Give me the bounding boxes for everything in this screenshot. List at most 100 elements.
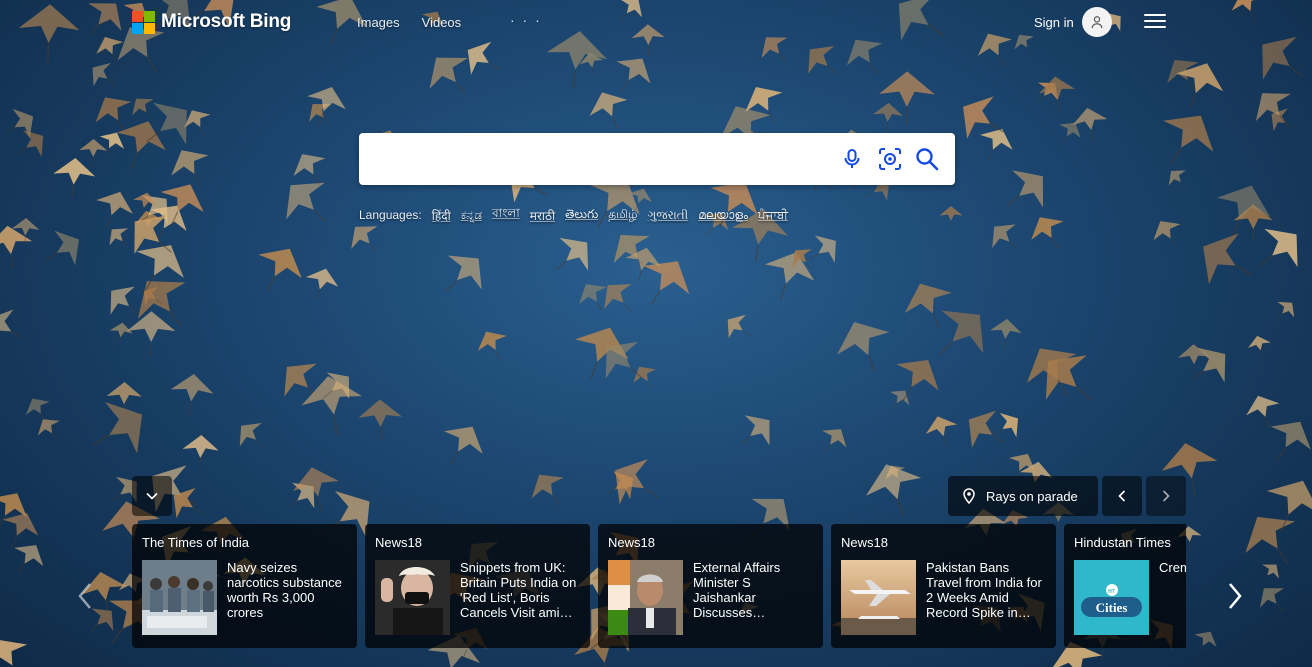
manta-ray-shape (615, 459, 659, 505)
manta-ray-shape (307, 86, 346, 125)
language-tamil[interactable]: தமிழ் (608, 207, 637, 223)
search-input[interactable] (373, 146, 827, 174)
sign-in-button[interactable]: Sign in (1034, 7, 1112, 37)
news-card[interactable]: News18 Pakistan Bans Travel from India f… (831, 524, 1056, 648)
manta-ray-shape (531, 474, 564, 506)
manta-ray-shape (137, 281, 186, 328)
news-card[interactable]: Hindustan Times HT Cities Crem... belies.… (1064, 524, 1186, 648)
manta-ray-shape (574, 327, 629, 379)
sailors-photo-icon (142, 560, 217, 635)
manta-ray-shape (992, 224, 1018, 250)
manta-ray-shape (1216, 185, 1271, 237)
jaishankar-photo-icon (608, 560, 683, 635)
news-title: Crem... belies... (1159, 560, 1186, 575)
manta-ray-shape (37, 419, 60, 441)
manta-ray-shape (358, 399, 403, 441)
manta-ray-shape (589, 92, 628, 129)
manta-ray-shape (92, 62, 116, 87)
manta-ray-shape (1231, 0, 1264, 22)
manta-ray-shape (127, 311, 176, 358)
manta-ray-shape (555, 237, 589, 271)
visual-search-icon[interactable] (877, 146, 903, 172)
manta-ray-shape (443, 426, 483, 464)
manta-ray-shape (761, 37, 788, 63)
more-menu-icon[interactable]: · · · (510, 12, 542, 28)
manta-ray-shape (1277, 301, 1295, 320)
search-icon[interactable] (914, 146, 940, 172)
nav-videos[interactable]: Videos (422, 15, 462, 30)
manta-ray-shape (865, 464, 922, 518)
language-telugu[interactable]: తెలుగు (565, 207, 598, 224)
news-source: The Times of India (142, 535, 249, 550)
news-previous-button[interactable] (74, 578, 98, 614)
manta-ray-shape (1168, 170, 1186, 188)
language-gujarati[interactable]: ગુજરાતી (648, 208, 689, 223)
manta-ray-shape (96, 191, 133, 228)
manta-ray-shape (740, 415, 770, 446)
news-card[interactable]: News18 External Affairs Minister S Jaish… (598, 524, 823, 648)
manta-ray-shape (1194, 631, 1217, 654)
manta-ray-shape (925, 416, 958, 447)
microphone-icon[interactable] (839, 146, 865, 172)
language-hindi[interactable]: हिंदी (432, 207, 451, 224)
manta-ray-shape (1259, 588, 1285, 612)
manta-ray-shape (14, 545, 44, 574)
manta-ray-shape (1191, 347, 1226, 383)
language-kannada[interactable]: ಕನ್ನಡ (461, 208, 482, 223)
manta-ray-shape (616, 58, 651, 92)
chevron-left-icon (78, 583, 91, 609)
news-carousel: The Times of India Navy seizes narcotics… (132, 524, 1186, 648)
manta-ray-shape (808, 46, 837, 75)
manta-ray-shape (301, 376, 363, 434)
manta-ray-shape (1006, 170, 1044, 208)
manta-ray-shape (968, 410, 1005, 448)
manta-ray-shape (990, 318, 1022, 350)
manta-ray-shape (0, 639, 28, 667)
manta-ray-shape (0, 309, 23, 345)
manta-ray-shape (822, 429, 847, 453)
languages-label: Languages: (359, 208, 422, 222)
nav-images[interactable]: Images (357, 15, 400, 30)
news-title: Pakistan Bans Travel from India for 2 We… (926, 560, 1042, 620)
manta-ray-shape (45, 230, 79, 266)
microsoft-logo-icon (132, 10, 155, 34)
manta-ray-shape (1153, 221, 1181, 248)
cities-logo-icon: HT Cities (1074, 560, 1149, 635)
manta-ray-shape (633, 366, 656, 389)
previous-image-button[interactable] (1102, 476, 1142, 516)
news-title: Navy seizes narcotics substance worth Rs… (227, 560, 342, 620)
manta-ray-shape (1262, 564, 1280, 581)
chevron-right-icon (1229, 583, 1242, 609)
news-source: Hindustan Times (1074, 535, 1171, 550)
language-punjabi[interactable]: ਪੰਜਾਬੀ (758, 208, 788, 223)
location-label: Rays on parade (986, 488, 1078, 504)
language-marathi[interactable]: मराठी (530, 207, 555, 224)
manta-ray-shape (0, 225, 33, 269)
avatar-icon (1081, 7, 1112, 37)
news-card[interactable]: The Times of India Navy seizes narcotics… (132, 524, 357, 648)
top-nav: Images Videos (357, 15, 483, 30)
manta-ray-shape (1026, 348, 1077, 396)
location-pin-icon (962, 488, 976, 504)
manta-ray-shape (896, 360, 939, 401)
manta-ray-shape (132, 98, 154, 120)
news-card[interactable]: News18 Snippets from UK: Britain Puts In… (365, 524, 590, 648)
collapse-button[interactable] (132, 476, 172, 516)
manta-ray-shape (898, 0, 944, 41)
languages-bar: Languages: हिंदी ಕನ್ನಡ বাংলা मराठी తెలుగ… (359, 205, 798, 225)
manta-ray-shape (292, 467, 339, 512)
manta-ray-shape (939, 205, 963, 229)
manta-ray-shape (619, 0, 642, 21)
manta-ray-shape (1262, 36, 1304, 80)
image-location-button[interactable]: Rays on parade (948, 476, 1098, 516)
manta-ray-shape (258, 248, 302, 291)
hamburger-menu-icon[interactable] (1144, 14, 1166, 32)
bing-logo[interactable]: Microsoft Bing (132, 9, 291, 35)
news-next-button[interactable] (1222, 578, 1246, 614)
next-image-button[interactable] (1146, 476, 1186, 516)
language-bengali[interactable]: বাংলা (492, 205, 520, 225)
language-malayalam[interactable]: മലയാളം (698, 208, 748, 223)
sign-in-label: Sign in (1034, 14, 1074, 30)
boris-johnson-photo-icon (375, 560, 450, 635)
manta-ray-shape (613, 234, 650, 270)
